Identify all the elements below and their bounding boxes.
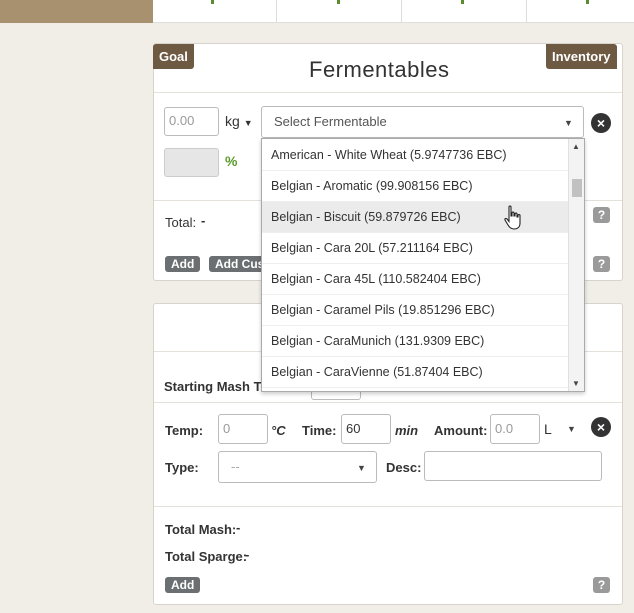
total-mash-label: Total Mash: xyxy=(165,522,237,537)
dropdown-option[interactable]: Belgian - CaraVienne (51.87404 EBC) xyxy=(262,357,569,388)
help-button[interactable]: ? xyxy=(593,577,610,593)
page-title: Fermentables xyxy=(309,57,450,82)
help-button[interactable]: ? xyxy=(593,207,610,223)
dropdown-option[interactable]: Belgian - Cara 20L (57.211164 EBC) xyxy=(262,233,569,264)
mash-amount-input[interactable]: 0.0 xyxy=(490,414,540,444)
tab-indicator xyxy=(586,0,589,4)
temp-unit: °C xyxy=(271,423,286,438)
divider xyxy=(154,506,622,507)
fermentable-dropdown-list[interactable]: American - White Wheat (5.9747736 EBC) B… xyxy=(261,138,585,392)
temp-input[interactable]: 0 xyxy=(218,414,268,444)
dropdown-option[interactable]: Belgian - Cara 45L (110.582404 EBC) xyxy=(262,264,569,295)
percent-label: % xyxy=(225,153,238,169)
top-brown-bar xyxy=(0,0,153,23)
temp-label: Temp: xyxy=(165,423,204,438)
tab-indicator xyxy=(211,0,214,4)
total-sparge-label: Total Sparge: xyxy=(165,549,248,564)
tab-divider xyxy=(526,0,527,23)
chevron-down-icon[interactable]: ▼ xyxy=(567,424,576,434)
amount-unit-selector[interactable]: L xyxy=(544,421,552,437)
dropdown-option[interactable]: Belgian - CaraMunich (131.9309 EBC) xyxy=(262,326,569,357)
mash-type-select[interactable]: -- xyxy=(218,451,377,483)
tab-divider xyxy=(276,0,277,23)
time-unit: min xyxy=(395,423,419,438)
desc-label: Desc: xyxy=(386,460,422,475)
chevron-down-icon: ▼ xyxy=(564,118,573,128)
amount-unit-label: L xyxy=(544,421,552,437)
divider xyxy=(154,92,622,93)
dropdown-option[interactable]: American - White Wheat (5.9747736 EBC) xyxy=(262,140,569,171)
chevron-down-icon: ▼ xyxy=(243,118,253,128)
scroll-down-arrow-icon[interactable]: ▼ xyxy=(572,379,580,388)
tab-divider xyxy=(401,0,402,23)
add-fermentable-button[interactable]: Add xyxy=(165,256,201,272)
help-button[interactable]: ? xyxy=(593,256,610,272)
time-label: Time: xyxy=(302,423,337,438)
tab-indicator xyxy=(337,0,340,4)
amount-input[interactable]: 0.00 xyxy=(164,107,219,136)
chevron-down-icon: ▼ xyxy=(357,463,366,473)
fermentable-select[interactable]: Select Fermentable xyxy=(261,106,584,138)
desc-input[interactable] xyxy=(424,451,602,481)
scroll-up-arrow-icon[interactable]: ▲ xyxy=(572,142,580,151)
remove-mash-step-button[interactable]: × xyxy=(591,417,611,437)
mash-type-value: -- xyxy=(231,459,240,474)
amount-label: Amount: xyxy=(434,423,488,438)
dropdown-option[interactable]: Belgian - Caramel Pils (19.851296 EBC) xyxy=(262,295,569,326)
total-label: Total: xyxy=(165,215,197,230)
inventory-tab[interactable]: Inventory xyxy=(546,44,617,69)
unit-selector[interactable]: kg ▼ xyxy=(225,113,253,129)
starting-mash-label: Starting Mash Th xyxy=(164,379,270,394)
total-value: - xyxy=(201,213,206,228)
tab-indicator xyxy=(461,0,464,4)
percent-input[interactable] xyxy=(164,148,219,177)
total-sparge-value: - xyxy=(245,547,250,562)
unit-label: kg xyxy=(225,113,240,129)
dropdown-scrollbar[interactable]: ▲ ▼ xyxy=(568,139,584,391)
time-input[interactable]: 60 xyxy=(341,414,391,444)
dropdown-option[interactable]: Belgian - Aromatic (99.908156 EBC) xyxy=(262,171,569,202)
hand-cursor-icon xyxy=(504,205,521,230)
add-mash-step-button[interactable]: Add xyxy=(165,577,201,593)
scrollbar-thumb[interactable] xyxy=(572,179,582,197)
divider xyxy=(154,402,622,403)
total-mash-value: - xyxy=(236,520,241,535)
fermentable-select-value: Select Fermentable xyxy=(274,114,387,129)
type-label: Type: xyxy=(165,460,199,475)
top-tab-strip xyxy=(153,0,634,23)
remove-fermentable-button[interactable]: × xyxy=(591,113,611,133)
goal-tab[interactable]: Goal xyxy=(153,44,194,69)
